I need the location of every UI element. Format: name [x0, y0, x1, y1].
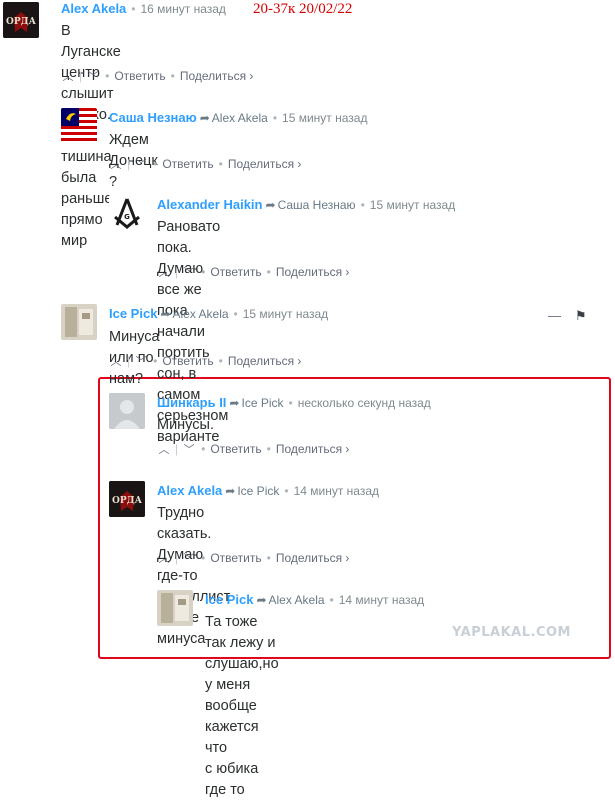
- share-button[interactable]: Поделиться ›: [180, 69, 254, 83]
- reply-to-name[interactable]: Alex Akela: [269, 593, 325, 607]
- reply-arrow-icon: ➦: [225, 484, 236, 498]
- svg-text:G: G: [124, 213, 130, 221]
- separator-dot: •: [131, 2, 136, 16]
- share-button[interactable]: Поделиться ›: [228, 354, 302, 368]
- reply-button[interactable]: Ответить: [162, 157, 213, 171]
- site-watermark: YAPLAKAL.COM: [452, 625, 571, 640]
- share-button[interactable]: Поделиться ›: [276, 442, 350, 456]
- author-name[interactable]: Ice Pick: [205, 592, 253, 607]
- reply-arrow-icon: ➦: [265, 198, 276, 212]
- reply-to-name[interactable]: Ice Pick: [241, 396, 283, 410]
- comment-line: Та тоже так лежу и слушаю,но у меня вооб…: [205, 614, 279, 756]
- horde-logo-text: ОРДА: [6, 17, 37, 27]
- comment-time[interactable]: 16 минут назад: [140, 2, 225, 16]
- author-name[interactable]: Alex Akela: [157, 483, 222, 498]
- timestamp-stamp: 20-37к 20/02/22: [253, 1, 353, 17]
- reply-button[interactable]: Ответить: [210, 551, 261, 565]
- reply-to-name[interactable]: Alex Akela: [173, 307, 229, 321]
- downvote-icon[interactable]: ﹀: [182, 442, 196, 458]
- upvote-icon[interactable]: ︿: [157, 265, 171, 281]
- comment-time[interactable]: 15 минут назад: [370, 198, 455, 212]
- reply-arrow-icon: ➦: [199, 111, 210, 125]
- downvote-icon[interactable]: ﹀: [182, 551, 196, 567]
- avatar[interactable]: ОРДА: [3, 2, 39, 38]
- share-button[interactable]: Поделиться ›: [276, 265, 350, 279]
- comment-time[interactable]: 15 минут назад: [282, 111, 367, 125]
- flag-icon[interactable]: ⚑: [575, 308, 587, 323]
- horde-logo-icon: ОРДА: [3, 2, 39, 38]
- upvote-icon[interactable]: ︿: [109, 354, 123, 370]
- reply-to-name[interactable]: Ice Pick: [237, 484, 279, 498]
- upvote-icon[interactable]: ︿: [61, 69, 75, 85]
- avatar[interactable]: [109, 393, 145, 429]
- upvote-icon[interactable]: ︿: [109, 157, 123, 173]
- downvote-icon[interactable]: ﹀: [86, 69, 100, 85]
- avatar[interactable]: ОРДА: [109, 481, 145, 517]
- reply-arrow-icon: ➦: [160, 307, 171, 321]
- downvote-icon[interactable]: ﹀: [182, 265, 196, 281]
- reply-to-name[interactable]: Alex Akela: [212, 111, 268, 125]
- author-name[interactable]: Ice Pick: [109, 306, 157, 321]
- flag-avatar-icon: [61, 108, 97, 144]
- minimize-icon[interactable]: —: [548, 308, 561, 323]
- comment-line: Минусы.: [157, 417, 214, 433]
- author-name[interactable]: Шинкарь II: [157, 395, 226, 410]
- horde-logo-icon: ОРДА: [109, 481, 145, 517]
- avatar[interactable]: [61, 108, 97, 144]
- downvote-icon[interactable]: ﹀: [134, 354, 148, 370]
- comment-time[interactable]: 14 минут назад: [294, 484, 379, 498]
- comment-time[interactable]: 15 минут назад: [243, 307, 328, 321]
- avatar[interactable]: G: [109, 195, 145, 231]
- avatar[interactable]: [157, 590, 193, 626]
- reply-button[interactable]: Ответить: [210, 265, 261, 279]
- reply-arrow-icon: ➦: [256, 593, 267, 607]
- compass-square-icon: G: [109, 195, 145, 231]
- photo-avatar-icon: [157, 590, 193, 626]
- reply-arrow-icon: ➦: [229, 396, 240, 410]
- reply-button[interactable]: Ответить: [114, 69, 165, 83]
- horde-logo-text: ОРДА: [112, 496, 143, 506]
- upvote-icon[interactable]: ︿: [157, 442, 171, 458]
- comment-tools: — ⚑: [548, 308, 587, 324]
- author-name[interactable]: Alex Akela: [61, 1, 126, 16]
- author-name[interactable]: Alexander Haikin: [157, 197, 263, 212]
- avatar[interactable]: [61, 304, 97, 340]
- default-user-icon: [109, 393, 145, 429]
- comment-time[interactable]: 14 минут назад: [339, 593, 424, 607]
- reply-button[interactable]: Ответить: [210, 442, 261, 456]
- downvote-icon[interactable]: ﹀: [134, 157, 148, 173]
- reply-button[interactable]: Ответить: [162, 354, 213, 368]
- author-name[interactable]: Саша Незнаю: [109, 110, 197, 125]
- share-button[interactable]: Поделиться ›: [276, 551, 350, 565]
- upvote-icon[interactable]: ︿: [157, 551, 171, 567]
- comment-time[interactable]: несколько секунд назад: [298, 396, 431, 410]
- photo-avatar-icon: [61, 304, 97, 340]
- comment-line: с юбика где то: [205, 761, 259, 798]
- share-button[interactable]: Поделиться ›: [228, 157, 302, 171]
- reply-to-name[interactable]: Саша Незнаю: [278, 198, 356, 212]
